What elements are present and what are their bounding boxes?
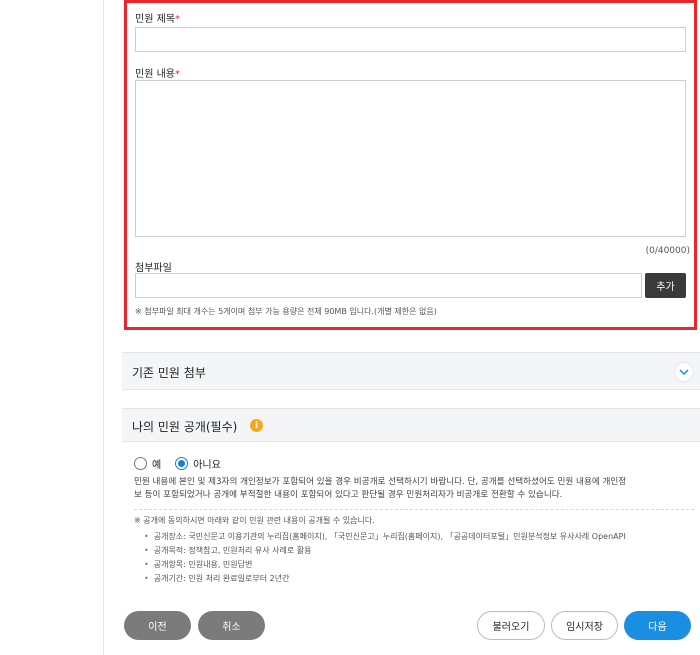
disclosure-radio-group: 예 아니요 xyxy=(134,456,235,471)
chevron-down-icon[interactable] xyxy=(674,362,694,382)
temp-save-button[interactable]: 임시저장 xyxy=(551,611,618,640)
radio-yes[interactable] xyxy=(134,457,147,470)
list-item: 공개목적: 정책참고, 민원처리 유사 사례로 활용 xyxy=(144,544,626,558)
description-line: 민원 내용에 본인 및 제3자의 개인정보가 포함되어 있을 경우 비공개로 선… xyxy=(134,477,627,487)
divider xyxy=(134,509,694,510)
list-item: 공개장소: 국민신문고 이용기관의 누리집(홈페이지), 「국민신문고」누리집(… xyxy=(144,530,626,544)
content-label-text: 민원 내용 xyxy=(135,69,175,80)
list-item: 공개기간: 민원 처리 완료일로부터 2년간 xyxy=(144,572,626,586)
content-textarea[interactable] xyxy=(135,80,686,237)
main-content: 민원 제목* 민원 내용* (0/40000) 첨부파일 추가 ※ 첨부파일 최… xyxy=(104,0,700,655)
radio-no[interactable] xyxy=(175,457,189,470)
disclosure-notice: ※ 공개에 동의하시면 아래와 같이 민원 관련 내용이 공개될 수 있습니다. xyxy=(134,516,375,525)
attachment-note: ※ 첨부파일 최대 개수는 5개이며 첨부 가능 용량은 전체 90MB 입니다… xyxy=(135,307,437,316)
required-mark: * xyxy=(174,14,180,25)
required-mark: * xyxy=(174,69,180,80)
disclosure-section-header: 나의 민원 공개(필수) i xyxy=(122,408,700,442)
disclosure-description: 민원 내용에 본인 및 제3자의 개인정보가 포함되어 있을 경우 비공개로 선… xyxy=(134,476,694,502)
title-label-text: 민원 제목 xyxy=(135,14,175,25)
disclosure-items: 공개장소: 국민신문고 이용기관의 누리집(홈페이지), 「국민신문고」누리집(… xyxy=(144,530,626,586)
existing-attach-section[interactable]: 기존 민원 첨부 xyxy=(122,352,700,390)
existing-attach-title: 기존 민원 첨부 xyxy=(132,366,206,380)
content-field-label: 민원 내용* xyxy=(135,65,180,80)
complaint-form-highlight: 민원 제목* 민원 내용* (0/40000) 첨부파일 추가 ※ 첨부파일 최… xyxy=(124,0,697,330)
list-item: 공개항목: 민원내용, 민원답변 xyxy=(144,558,626,572)
disclosure-title: 나의 민원 공개(필수) xyxy=(132,420,238,434)
load-button[interactable]: 불러오기 xyxy=(477,611,545,640)
description-line: 보 등이 포함되었거나 공개에 부적절한 내용이 포함되어 있다고 판단될 경우… xyxy=(134,490,563,500)
radio-no-label: 아니요 xyxy=(193,460,221,471)
next-button[interactable]: 다음 xyxy=(624,611,691,640)
attachment-input[interactable] xyxy=(135,273,642,298)
title-field-label: 민원 제목* xyxy=(135,10,180,25)
attachment-label: 첨부파일 xyxy=(135,263,172,274)
title-input[interactable] xyxy=(135,27,686,52)
left-rail xyxy=(0,0,104,655)
radio-yes-label: 예 xyxy=(152,460,162,471)
prev-button[interactable]: 이전 xyxy=(124,611,191,640)
char-counter: (0/40000) xyxy=(645,246,690,256)
add-attachment-button[interactable]: 추가 xyxy=(645,273,686,298)
cancel-button[interactable]: 취소 xyxy=(198,611,265,640)
info-icon[interactable]: i xyxy=(250,419,263,432)
